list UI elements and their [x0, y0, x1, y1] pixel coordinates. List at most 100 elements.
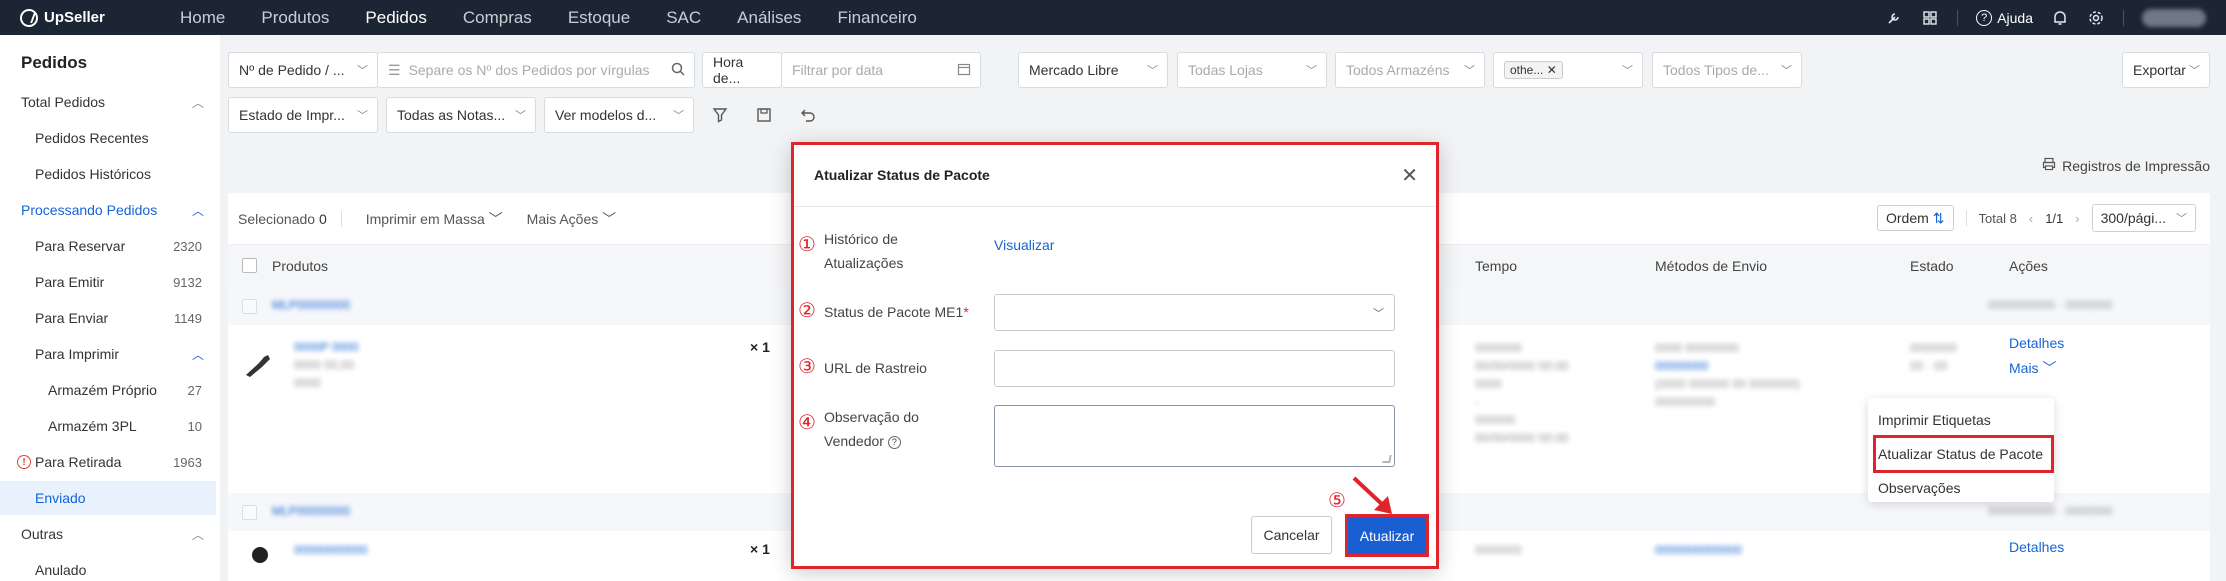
highlight-box-menu-item	[1873, 435, 2054, 473]
menu-item-print-labels[interactable]: Imprimir Etiquetas	[1878, 412, 1991, 428]
export-button[interactable]: Exportar ﹀	[2122, 52, 2210, 88]
view-models-select[interactable]: Ver modelos d... ﹀	[544, 97, 694, 133]
tracking-url-input[interactable]	[994, 350, 1395, 387]
nav-item-compras[interactable]: Compras	[445, 8, 550, 28]
seller-note-textarea[interactable]	[994, 405, 1395, 467]
sidebar-item-label: Armazém Próprio	[48, 382, 157, 398]
chevron-down-icon: ﹀	[2042, 360, 2057, 376]
apps-grid-icon[interactable]	[1921, 9, 1939, 27]
sidebar-item-label: Para Retirada	[35, 454, 122, 470]
chevron-down-icon: ﹀	[673, 110, 684, 122]
chevron-down-icon: ﹀	[2176, 213, 2187, 225]
sidebar-item-label: Pedidos Históricos	[35, 166, 151, 182]
row-checkbox[interactable]	[242, 299, 257, 314]
list-icon: ☰	[388, 61, 401, 78]
bell-icon[interactable]	[2051, 9, 2069, 27]
print-log-link[interactable]: Registros de Impressão	[2042, 157, 2210, 174]
marketplace-select[interactable]: Mercado Libre ﹀	[1018, 52, 1168, 88]
product-thumbnail[interactable]	[242, 345, 278, 381]
date-filter-input[interactable]: Filtrar por data	[781, 52, 981, 88]
nav-right-tools: ? Ajuda	[1885, 0, 2206, 35]
user-account-menu[interactable]	[2142, 8, 2206, 27]
sidebar-item-para-enviar[interactable]: Para Enviar 1149	[0, 301, 216, 335]
sidebar-item-pedidos-recentes[interactable]: Pedidos Recentes	[0, 121, 216, 155]
menu-item-observations[interactable]: Observações	[1878, 480, 1960, 496]
time-type-select[interactable]: Hora de...	[702, 52, 782, 88]
filter-icon[interactable]	[708, 103, 732, 127]
notes-select[interactable]: Todas as Notas... ﹀	[386, 97, 536, 133]
status-blurred: 0000000 00 · 00	[1910, 341, 1957, 373]
product-name-blurred: 0000P 0000	[294, 340, 359, 354]
nav-item-financeiro[interactable]: Financeiro	[819, 8, 934, 28]
print-state-select[interactable]: Estado de Impr... ﹀	[228, 97, 378, 133]
sidebar-item-armazem-proprio[interactable]: Armazém Próprio 27	[0, 373, 216, 407]
cancel-button[interactable]: Cancelar	[1251, 516, 1332, 554]
nav-item-produtos[interactable]: Produtos	[243, 8, 347, 28]
selected-tag[interactable]: othe... ✕	[1504, 61, 1563, 79]
mass-print-dropdown[interactable]: Imprimir em Massa ﹀	[366, 209, 503, 229]
chevron-down-icon: ﹀	[1464, 65, 1475, 77]
sidebar-item-para-reservar[interactable]: Para Reservar 2320	[0, 229, 216, 263]
sidebar-item-total-pedidos[interactable]: Total Pedidos ︿	[0, 85, 216, 119]
column-header-estado: Estado	[1910, 258, 1954, 274]
update-history-label: Histórico de Atualizações	[824, 227, 903, 275]
sidebar-item-para-imprimir[interactable]: Para Imprimir ︿	[0, 337, 216, 371]
row-checkbox[interactable]	[242, 505, 257, 520]
pagination-bar: Ordem ⇅ Total 8 ‹ 1/1 › 300/pági... ﹀	[1877, 204, 2196, 232]
close-icon[interactable]: ✕	[1547, 63, 1557, 77]
details-link[interactable]: Detalhes	[2009, 335, 2064, 351]
resize-handle-icon[interactable]	[1382, 455, 1392, 463]
sidebar-item-para-emitir[interactable]: Para Emitir 9132	[0, 265, 216, 299]
sidebar-item-label: Para Imprimir	[35, 346, 120, 362]
view-history-link[interactable]: Visualizar	[994, 237, 1054, 253]
details-link[interactable]: Detalhes	[2009, 539, 2064, 555]
help-button[interactable]: ? Ajuda	[1976, 9, 2033, 26]
warehouses-select[interactable]: Todos Armazéns ﹀	[1335, 52, 1485, 88]
sidebar-item-processando-pedidos[interactable]: Processando Pedidos ︿	[0, 193, 216, 227]
search-icon[interactable]	[671, 62, 685, 79]
chevron-down-icon: ﹀	[1622, 65, 1633, 77]
prev-page-icon[interactable]: ‹	[2029, 211, 2033, 226]
more-dropdown-trigger[interactable]: Mais ﹀	[2009, 358, 2056, 378]
stores-select[interactable]: Todas Lojas ﹀	[1177, 52, 1327, 88]
sidebar-item-enviado[interactable]: Enviado	[0, 481, 216, 515]
tools-icon[interactable]	[1885, 9, 1903, 27]
order-search-input[interactable]: ☰ Separe os Nº dos Pedidos por vírgulas	[377, 52, 695, 88]
brand-name: UpSeller	[44, 9, 105, 26]
next-page-icon[interactable]: ›	[2075, 211, 2079, 226]
order-types-select[interactable]: Todos Tipos de... ﹀	[1652, 52, 1802, 88]
tags-select[interactable]: othe... ✕ ﹀	[1493, 52, 1643, 88]
update-history-label-line1: Histórico de	[824, 231, 898, 247]
dialog-title: Atualizar Status de Pacote	[814, 167, 990, 183]
chevron-up-icon: ︿	[191, 527, 204, 542]
product-name-blurred: 00000000000	[294, 543, 368, 557]
step-number-4: ④	[798, 410, 816, 434]
order-search-placeholder: Separe os Nº dos Pedidos por vírgulas	[408, 62, 650, 78]
chevron-down-icon: ﹀	[602, 210, 617, 227]
question-icon[interactable]: ?	[887, 435, 901, 449]
sidebar-item-armazem-3pl[interactable]: Armazém 3PL 10	[0, 409, 216, 443]
per-page-select[interactable]: 300/pági... ﹀	[2091, 204, 2196, 232]
close-icon[interactable]: ✕	[1401, 163, 1418, 188]
sidebar-item-anulado[interactable]: Anulado	[0, 553, 216, 581]
nav-item-estoque[interactable]: Estoque	[550, 8, 648, 28]
nav-item-home[interactable]: Home	[162, 8, 243, 28]
sidebar-item-outras[interactable]: Outras ︿	[0, 517, 216, 551]
sort-order-button[interactable]: Ordem ⇅	[1877, 205, 1954, 231]
sidebar-item-pedidos-historicos[interactable]: Pedidos Históricos	[0, 157, 216, 191]
sidebar-item-para-retirada[interactable]: ! Para Retirada 1963	[0, 445, 216, 479]
product-thumbnail[interactable]	[242, 541, 278, 577]
gear-icon[interactable]	[2087, 9, 2105, 27]
package-status-select[interactable]: ﹀	[994, 294, 1395, 331]
sidebar-item-count: 9132	[173, 274, 202, 290]
undo-icon[interactable]	[796, 103, 820, 127]
order-number-select[interactable]: Nº de Pedido / ... ﹀	[228, 52, 378, 88]
product-quantity: × 1	[750, 339, 770, 355]
nav-item-analises[interactable]: Análises	[719, 8, 819, 28]
nav-item-pedidos[interactable]: Pedidos	[347, 8, 444, 28]
nav-item-sac[interactable]: SAC	[648, 8, 719, 28]
select-all-checkbox[interactable]	[242, 258, 257, 273]
save-icon[interactable]	[752, 103, 776, 127]
more-actions-dropdown[interactable]: Mais Ações ﹀	[527, 209, 616, 229]
upseller-logo[interactable]: UpSeller	[20, 8, 140, 27]
